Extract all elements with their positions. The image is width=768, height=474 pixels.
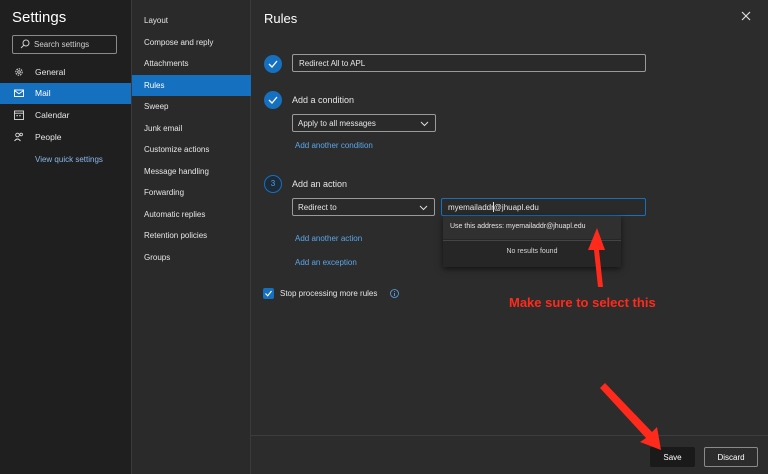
sidebar-item-label: Mail — [35, 88, 51, 98]
mail-icon — [14, 89, 24, 97]
rule-name-input[interactable]: Redirect All to APL — [292, 54, 646, 72]
menu-item-label: Compose and reply — [144, 38, 214, 47]
add-condition-heading: Add a condition — [292, 95, 355, 105]
add-action-heading: Add an action — [292, 179, 348, 189]
page-title: Rules — [264, 11, 298, 26]
gear-icon — [15, 68, 23, 76]
menu-item-forwarding[interactable]: Forwarding — [132, 182, 251, 203]
menu-item-label: Junk email — [144, 124, 183, 133]
condition-selected: Apply to all messages — [298, 119, 376, 128]
search-settings-input[interactable]: Search settings — [12, 35, 117, 54]
menu-item-junk-email[interactable]: Junk email — [132, 118, 251, 139]
sidebar-item-calendar[interactable]: Calendar — [0, 105, 131, 126]
menu-item-label: Layout — [144, 16, 169, 25]
menu-item-label: Sweep — [144, 102, 169, 111]
add-another-action-link[interactable]: Add another action — [295, 234, 362, 243]
discard-button[interactable]: Discard — [704, 447, 758, 467]
redirect-email-input[interactable]: myemailaddr@jhuapl.edu — [441, 198, 646, 216]
mail-settings-menu: Layout Compose and reply Attachments Rul… — [131, 0, 251, 474]
address-suggestion-popup: Use this address: myemailaddr@jhuapl.edu… — [443, 216, 621, 267]
menu-item-label: Retention policies — [144, 231, 208, 240]
text-cursor — [493, 202, 494, 212]
rule-name-value: Redirect All to APL — [299, 59, 366, 68]
sidebar-item-label: General — [35, 67, 66, 77]
use-this-address-option[interactable]: Use this address: myemailaddr@jhuapl.edu — [443, 216, 621, 239]
close-icon[interactable] — [740, 10, 752, 22]
rules-panel: Rules Redirect All to APL Add a conditio… — [251, 0, 768, 474]
stop-processing-checkbox[interactable] — [263, 288, 274, 299]
info-icon[interactable] — [390, 289, 399, 298]
add-exception-link[interactable]: Add an exception — [295, 258, 357, 267]
menu-item-message-handling[interactable]: Message handling — [132, 161, 251, 182]
menu-item-customize-actions[interactable]: Customize actions — [132, 139, 251, 160]
menu-item-label: Automatic replies — [144, 210, 206, 219]
sidebar-item-people[interactable]: People — [0, 127, 131, 148]
action-selected: Redirect to — [298, 203, 337, 212]
settings-sidebar: Settings Search settings General Mail Ca… — [0, 0, 131, 474]
menu-item-label: Customize actions — [144, 145, 210, 154]
sidebar-item-general[interactable]: General — [0, 62, 131, 83]
menu-item-label: Groups — [144, 253, 171, 262]
sidebar-item-label: Calendar — [35, 110, 70, 120]
suggestion-text: Use this address: myemailaddr@jhuapl.edu — [450, 223, 586, 230]
settings-title: Settings — [12, 9, 67, 26]
menu-item-label: Forwarding — [144, 188, 185, 197]
menu-item-sweep[interactable]: Sweep — [132, 96, 251, 117]
stop-processing-label: Stop processing more rules — [280, 289, 378, 298]
search-icon — [20, 39, 30, 49]
menu-item-label: Attachments — [144, 59, 189, 68]
chevron-down-icon — [419, 205, 428, 211]
calendar-icon — [14, 110, 24, 120]
step-complete-icon — [264, 55, 282, 73]
no-results-text: No results found — [506, 248, 558, 255]
condition-dropdown[interactable]: Apply to all messages — [292, 114, 436, 132]
menu-item-rules[interactable]: Rules — [132, 75, 251, 96]
action-dropdown[interactable]: Redirect to — [292, 198, 435, 216]
menu-item-label: Rules — [144, 81, 165, 90]
annotation-text: Make sure to select this — [509, 295, 656, 310]
step-complete-icon — [264, 91, 282, 109]
menu-item-automatic-replies[interactable]: Automatic replies — [132, 204, 251, 225]
chevron-down-icon — [420, 121, 429, 127]
menu-item-label: Message handling — [144, 167, 209, 176]
sidebar-item-mail[interactable]: Mail — [0, 83, 131, 104]
people-icon — [14, 132, 23, 142]
menu-item-groups[interactable]: Groups — [132, 247, 251, 268]
menu-item-attachments[interactable]: Attachments — [132, 53, 251, 74]
view-quick-settings-link[interactable]: View quick settings — [35, 155, 103, 164]
sidebar-item-label: People — [35, 132, 62, 142]
add-another-condition-link[interactable]: Add another condition — [295, 141, 373, 150]
menu-item-retention-policies[interactable]: Retention policies — [132, 225, 251, 246]
menu-item-compose-and-reply[interactable]: Compose and reply — [132, 32, 251, 53]
footer-divider — [251, 435, 768, 436]
divider — [443, 240, 621, 241]
save-button[interactable]: Save — [650, 447, 695, 467]
search-placeholder: Search settings — [34, 40, 90, 49]
step-number-badge: 3 — [264, 175, 282, 193]
menu-item-layout[interactable]: Layout — [132, 10, 251, 31]
